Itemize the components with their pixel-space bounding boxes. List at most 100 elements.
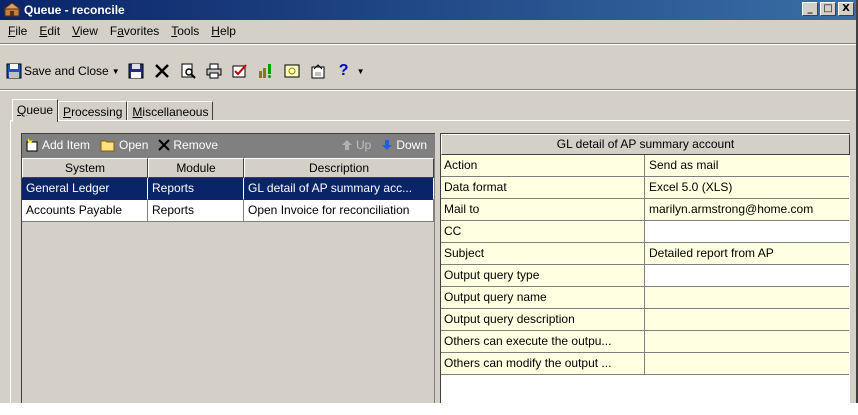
menu-edit[interactable]: Edit: [33, 24, 66, 38]
table-row[interactable]: General Ledger Reports GL detail of AP s…: [22, 178, 434, 200]
image-button[interactable]: [280, 59, 304, 83]
add-item-button[interactable]: Add Item: [22, 138, 93, 152]
tab-processing[interactable]: Processing: [58, 101, 128, 121]
property-value[interactable]: Detailed report from AP: [645, 243, 849, 265]
main-toolbar: Save and Close ▼ ? ▼: [0, 56, 367, 86]
arrow-up-icon: [341, 139, 353, 151]
property-row[interactable]: Others can execute the outpu...: [441, 331, 850, 353]
property-value[interactable]: Excel 5.0 (XLS): [645, 177, 849, 199]
menu-tools[interactable]: Tools: [165, 24, 205, 38]
help-icon: ?: [338, 62, 349, 79]
cell-description: Open Invoice for reconciliation: [244, 200, 434, 222]
property-value[interactable]: [645, 221, 849, 243]
queue-items-toolbar: Add Item Open Remove Up Down: [22, 134, 434, 156]
property-key: Mail to: [441, 199, 645, 221]
property-value[interactable]: [645, 287, 849, 309]
print-icon: [204, 61, 224, 81]
tab-strip: Queue Processing Miscellaneous: [12, 99, 214, 122]
menu-file[interactable]: File: [2, 24, 33, 38]
property-row[interactable]: Others can modify the output ...: [441, 353, 850, 375]
property-key: Action: [441, 155, 645, 177]
menu-favorites[interactable]: Favorites: [104, 24, 165, 38]
property-row[interactable]: Output query name: [441, 287, 850, 309]
properties-icon: [308, 61, 328, 81]
property-key: Subject: [441, 243, 645, 265]
run-button[interactable]: [254, 59, 278, 83]
arrow-down-icon: [381, 139, 393, 151]
check-button[interactable]: [228, 59, 252, 83]
maximize-button[interactable]: □: [820, 2, 836, 16]
grid-header: System Module Description: [22, 158, 434, 178]
delete-button[interactable]: [150, 59, 174, 83]
run-icon: [256, 61, 276, 81]
tab-miscellaneous[interactable]: Miscellaneous: [127, 101, 214, 121]
print-preview-icon: [178, 61, 198, 81]
help-chevron-down-icon: ▼: [356, 66, 365, 76]
title-bar[interactable]: Queue - reconcile _ □ X: [0, 0, 856, 20]
open-button[interactable]: Open: [97, 138, 151, 152]
queue-items-panel: Add Item Open Remove Up Down System Modu…: [21, 133, 435, 408]
queue-window: Queue - reconcile _ □ X File Edit View F…: [0, 0, 858, 410]
property-row[interactable]: Data format Excel 5.0 (XLS): [441, 177, 850, 199]
properties-header: GL detail of AP summary account: [441, 134, 850, 155]
property-row[interactable]: Output query description: [441, 309, 850, 331]
property-key: Others can modify the output ...: [441, 353, 645, 375]
property-row[interactable]: Action Send as mail: [441, 155, 850, 177]
menu-bar: File Edit View Favorites Tools Help: [0, 21, 242, 41]
menu-help[interactable]: Help: [205, 24, 242, 38]
property-key: Output query name: [441, 287, 645, 309]
table-row[interactable]: Accounts Payable Reports Open Invoice fo…: [22, 200, 434, 222]
toolbar-separator: [0, 89, 856, 91]
app-icon: [2, 2, 22, 17]
menu-separator: [0, 43, 856, 45]
queue-grid: System Module Description General Ledger…: [22, 158, 434, 408]
print-preview-button[interactable]: [176, 59, 200, 83]
property-row[interactable]: Output query type: [441, 265, 850, 287]
chevron-down-icon: ▼: [111, 66, 120, 76]
properties-button[interactable]: [306, 59, 330, 83]
save-close-icon: [4, 61, 24, 81]
property-key: Output query type: [441, 265, 645, 287]
remove-button[interactable]: Remove: [155, 138, 221, 152]
property-value[interactable]: marilyn.armstrong@home.com: [645, 199, 849, 221]
image-icon: [282, 61, 302, 81]
property-key: CC: [441, 221, 645, 243]
property-key: Data format: [441, 177, 645, 199]
print-button[interactable]: [202, 59, 226, 83]
property-value[interactable]: [645, 353, 849, 375]
tab-queue[interactable]: Queue: [12, 99, 59, 122]
property-key: Output query description: [441, 309, 645, 331]
save-and-close-button[interactable]: Save and Close ▼: [2, 59, 122, 83]
help-button[interactable]: ? ▼: [332, 59, 367, 83]
property-value[interactable]: [645, 309, 849, 331]
open-folder-icon: [100, 138, 116, 152]
cell-system: General Ledger: [22, 178, 148, 200]
window-title: Queue - reconcile: [24, 3, 125, 17]
menu-view[interactable]: View: [66, 24, 104, 38]
cell-description: GL detail of AP summary acc...: [244, 178, 434, 200]
remove-icon: [158, 139, 171, 151]
torn-edge: [0, 403, 858, 415]
cell-module: Reports: [148, 200, 244, 222]
column-header-module[interactable]: Module: [148, 158, 244, 178]
delete-icon: [152, 61, 172, 81]
add-item-icon: [25, 138, 39, 152]
up-button[interactable]: Up: [338, 138, 374, 152]
cell-system: Accounts Payable: [22, 200, 148, 222]
property-row[interactable]: Mail to marilyn.armstrong@home.com: [441, 199, 850, 221]
property-value[interactable]: Send as mail: [645, 155, 849, 177]
property-row[interactable]: Subject Detailed report from AP: [441, 243, 850, 265]
column-header-system[interactable]: System: [22, 158, 148, 178]
cell-module: Reports: [148, 178, 244, 200]
close-button[interactable]: X: [838, 2, 854, 16]
minimize-button[interactable]: _: [802, 2, 818, 16]
check-icon: [230, 61, 250, 81]
property-row[interactable]: CC: [441, 221, 850, 243]
property-value[interactable]: [645, 331, 849, 353]
property-key: Others can execute the outpu...: [441, 331, 645, 353]
property-value[interactable]: [645, 265, 849, 287]
column-header-description[interactable]: Description: [244, 158, 434, 178]
save-button[interactable]: [124, 59, 148, 83]
save-icon: [126, 61, 146, 81]
down-button[interactable]: Down: [378, 138, 430, 152]
